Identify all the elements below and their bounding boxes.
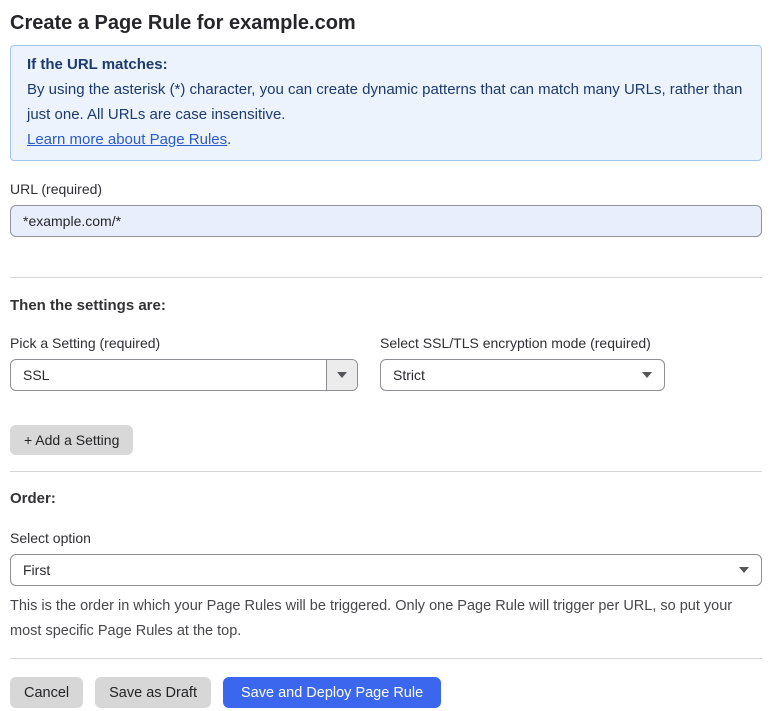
ssl-mode-value: Strict — [393, 367, 425, 383]
save-and-deploy-button[interactable]: Save and Deploy Page Rule — [222, 677, 442, 708]
chevron-down-icon — [642, 372, 652, 378]
setting-picker-value: SSL — [23, 367, 50, 383]
settings-row: Pick a Setting (required) SSL Select SSL… — [10, 333, 762, 391]
ssl-mode-caret-wrap — [642, 372, 652, 378]
page-title: Create a Page Rule for example.com — [10, 12, 356, 34]
url-match-info-box: If the URL matches: By using the asteris… — [10, 45, 762, 161]
add-setting-button[interactable]: + Add a Setting — [10, 425, 134, 455]
setting-picker-label: Pick a Setting (required) — [10, 335, 161, 351]
cancel-button[interactable]: Cancel — [10, 677, 84, 708]
order-select-label: Select option — [10, 530, 91, 546]
link-period: . — [227, 131, 232, 148]
divider — [10, 471, 762, 472]
url-input[interactable] — [10, 205, 762, 237]
order-select-value: First — [23, 562, 51, 578]
divider — [10, 277, 762, 278]
url-label: URL (required) — [10, 181, 103, 197]
setting-picker-select[interactable]: SSL — [10, 359, 358, 391]
setting-picker-dropdown-button[interactable] — [326, 360, 357, 390]
save-as-draft-button[interactable]: Save as Draft — [95, 677, 211, 708]
page-rule-form: Create a Page Rule for example.com If th… — [0, 0, 772, 708]
form-actions: Cancel Save as Draft Save and Deploy Pag… — [10, 677, 762, 708]
info-box-heading: If the URL matches: — [27, 56, 168, 73]
chevron-down-icon — [337, 372, 347, 378]
ssl-mode-label: Select SSL/TLS encryption mode (required… — [380, 335, 651, 351]
order-help-text: This is the order in which your Page Rul… — [10, 598, 733, 639]
order-select[interactable]: First — [10, 554, 762, 586]
ssl-mode-column: Select SSL/TLS encryption mode (required… — [380, 333, 665, 391]
order-caret-wrap — [739, 567, 749, 573]
settings-section-heading: Then the settings are: — [10, 297, 166, 314]
divider — [10, 658, 762, 659]
order-section-heading: Order: — [10, 490, 56, 507]
info-box-link-line: Learn more about Page Rules. — [27, 127, 745, 152]
setting-picker-column: Pick a Setting (required) SSL — [10, 333, 358, 391]
ssl-mode-select[interactable]: Strict — [380, 359, 665, 391]
learn-more-link[interactable]: Learn more about Page Rules — [27, 131, 227, 148]
chevron-down-icon — [739, 567, 749, 573]
info-box-body: By using the asterisk (*) character, you… — [27, 81, 743, 123]
